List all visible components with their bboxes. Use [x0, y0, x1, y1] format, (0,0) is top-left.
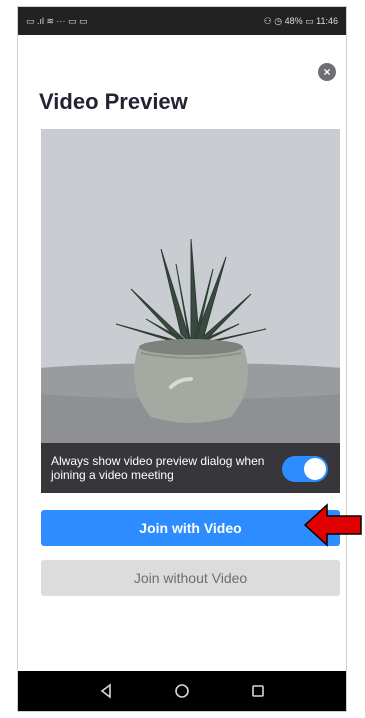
join-without-video-button[interactable]: Join without Video	[41, 560, 340, 596]
camera-feed-image	[41, 129, 340, 493]
always-show-preview-label: Always show video preview dialog when jo…	[51, 454, 265, 482]
close-icon[interactable]: ×	[318, 63, 336, 81]
status-bar: ▭ .ıl ≋ ··· ▭ ▭ ⚇ ◷ 48% ▭ 11:46	[18, 7, 346, 35]
page-title: Video Preview	[39, 89, 188, 114]
always-show-preview-toggle[interactable]	[282, 456, 328, 482]
status-battery-time: ⚇ ◷ 48% ▭ 11:46	[263, 15, 338, 26]
status-bar-right: ⚇ ◷ 48% ▭ 11:46	[264, 16, 338, 27]
toggle-knob	[304, 458, 326, 480]
android-nav-bar	[18, 671, 346, 711]
phone-screen: ▭ .ıl ≋ ··· ▭ ▭ ⚇ ◷ 48% ▭ 11:46 × Video …	[17, 6, 347, 712]
back-triangle-icon[interactable]	[94, 679, 118, 703]
recents-square-icon[interactable]	[246, 679, 270, 703]
join-with-video-button[interactable]: Join with Video	[41, 510, 340, 546]
preview-settings-bar: Always show video preview dialog when jo…	[41, 443, 340, 493]
status-bar-left: ▭ .ıl ≋ ··· ▭ ▭	[26, 16, 88, 27]
video-preview: Always show video preview dialog when jo…	[41, 129, 340, 493]
home-circle-icon[interactable]	[170, 679, 194, 703]
red-arrow-annotation	[303, 503, 362, 547]
status-notification-icons: ▭ .ıl ≋ ··· ▭ ▭	[26, 15, 88, 26]
